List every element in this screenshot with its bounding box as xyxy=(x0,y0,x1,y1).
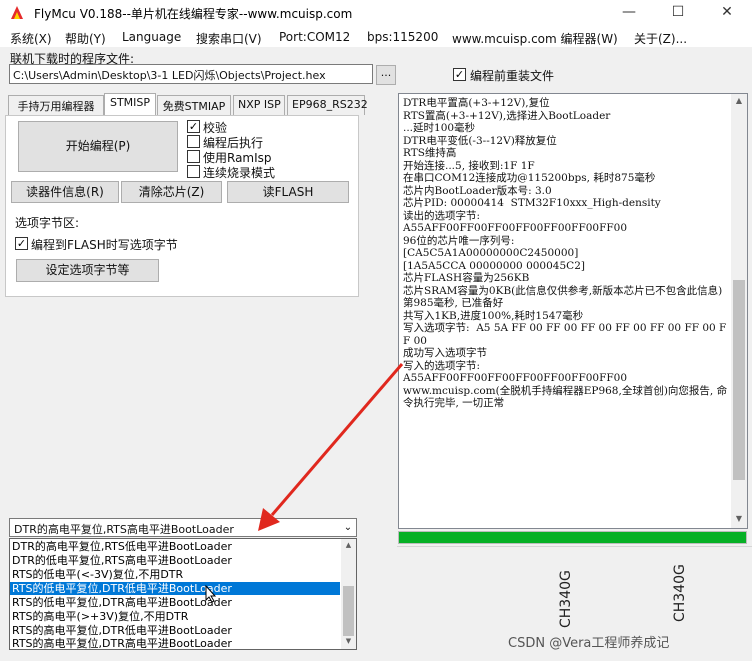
divider xyxy=(397,546,752,547)
menu-programmer[interactable]: www.mcuisp.com 编程器(W) xyxy=(452,30,618,47)
window-title: FlyMcu V0.188--单片机在线编程专家--www.mcuisp.com xyxy=(34,7,353,21)
progress-bar xyxy=(398,531,747,544)
menu-about[interactable]: 关于(Z)... xyxy=(634,30,687,47)
write-option-bytes-label: 编程到FLASH时写选项字节 xyxy=(31,238,178,252)
dropdown-option[interactable]: DTR的低电平复位,RTS高电平进BootLoader xyxy=(10,554,340,567)
maximize-button[interactable]: ☐ xyxy=(655,0,701,26)
close-button[interactable]: ✕ xyxy=(704,0,750,26)
minimize-button[interactable]: — xyxy=(606,0,652,26)
dropdown-option[interactable]: RTS的低电平复位,DTR高电平进BootLoader xyxy=(10,596,340,609)
dropdown-option[interactable]: RTS的高电平(>+3V)复位,不用DTR xyxy=(10,610,340,623)
tab-handheld-programmer[interactable]: 手持万用编程器 xyxy=(8,95,104,115)
watermark: CSDN @Vera工程师养成记 xyxy=(508,636,670,651)
write-option-bytes-checkbox[interactable]: ✓ xyxy=(15,237,28,250)
menu-search-port[interactable]: 搜索串口(V) xyxy=(196,30,262,47)
flymcu-app-icon xyxy=(9,5,25,21)
browse-file-button[interactable]: ... xyxy=(376,65,396,85)
reload-before-program-label: 编程前重装文件 xyxy=(470,69,555,83)
continuous-burn-label: 连续烧录模式 xyxy=(203,166,276,180)
menu-language[interactable]: Language xyxy=(122,30,181,44)
dropdown-option-selected[interactable]: RTS的低电平复位,DTR低电平进BootLoader xyxy=(10,582,340,595)
log-output-text: DTR电平置高(+3-+12V),复位 RTS置高(+3-+12V),选择进入B… xyxy=(403,97,728,409)
ch340g-label-2: CH340G xyxy=(672,564,688,622)
verify-checkbox[interactable]: ✓ xyxy=(187,120,200,133)
scroll-up-icon[interactable]: ▲ xyxy=(733,96,745,108)
dropdown-option[interactable]: RTS的高电平复位,DTR低电平进BootLoader xyxy=(10,624,340,637)
tab-ep968-rs232[interactable]: EP968_RS232 xyxy=(287,95,368,115)
continuous-burn-checkbox[interactable] xyxy=(187,165,200,178)
dropdown-scroll-up-icon[interactable]: ▲ xyxy=(343,541,354,552)
menu-system[interactable]: 系统(X) xyxy=(10,30,52,47)
log-scroll-thumb[interactable] xyxy=(733,280,745,480)
menu-port[interactable]: Port:COM12 xyxy=(279,30,350,44)
dropdown-option[interactable]: RTS的低电平(<-3V)复位,不用DTR xyxy=(10,568,340,581)
start-programming-button[interactable]: 开始编程(P) xyxy=(18,121,178,172)
chevron-down-icon[interactable]: ⌄ xyxy=(340,519,356,536)
run-after-program-checkbox[interactable] xyxy=(187,135,200,148)
read-flash-button[interactable]: 读FLASH xyxy=(227,181,349,203)
tab-nxp-isp[interactable]: NXP ISP xyxy=(233,95,285,115)
reload-before-program-checkbox[interactable]: ✓ xyxy=(453,68,466,81)
use-ramisp-checkbox[interactable] xyxy=(187,150,200,163)
reset-mode-combo[interactable]: DTR的高电平复位,RTS高电平进BootLoader xyxy=(9,518,357,537)
ch340g-label-1: CH340G xyxy=(558,570,574,628)
dropdown-option[interactable]: RTS的高电平复位,DTR高电平进BootLoader xyxy=(10,637,340,650)
menu-baud-rate[interactable]: bps:115200 xyxy=(367,30,438,44)
mouse-cursor-icon xyxy=(205,585,217,603)
read-device-info-button[interactable]: 读器件信息(R) xyxy=(11,181,119,203)
set-option-bytes-button[interactable]: 设定选项字节等 xyxy=(16,259,159,282)
erase-chip-button[interactable]: 清除芯片(Z) xyxy=(121,181,222,203)
menu-help[interactable]: 帮助(Y) xyxy=(65,30,106,47)
option-bytes-group-label: 选项字节区: xyxy=(15,216,80,230)
dropdown-scroll-thumb[interactable] xyxy=(343,586,354,636)
scroll-down-icon[interactable]: ▼ xyxy=(733,514,745,526)
dropdown-scroll-down-icon[interactable]: ▼ xyxy=(343,637,354,648)
tab-free-stmiap[interactable]: 免费STMIAP xyxy=(157,95,231,115)
program-file-path-input[interactable]: C:\Users\Admin\Desktop\3-1 LED闪烁\Objects… xyxy=(9,64,373,84)
tab-stmisp[interactable]: STMISP xyxy=(104,93,156,116)
dropdown-option[interactable]: DTR的高电平复位,RTS低电平进BootLoader xyxy=(10,540,340,553)
